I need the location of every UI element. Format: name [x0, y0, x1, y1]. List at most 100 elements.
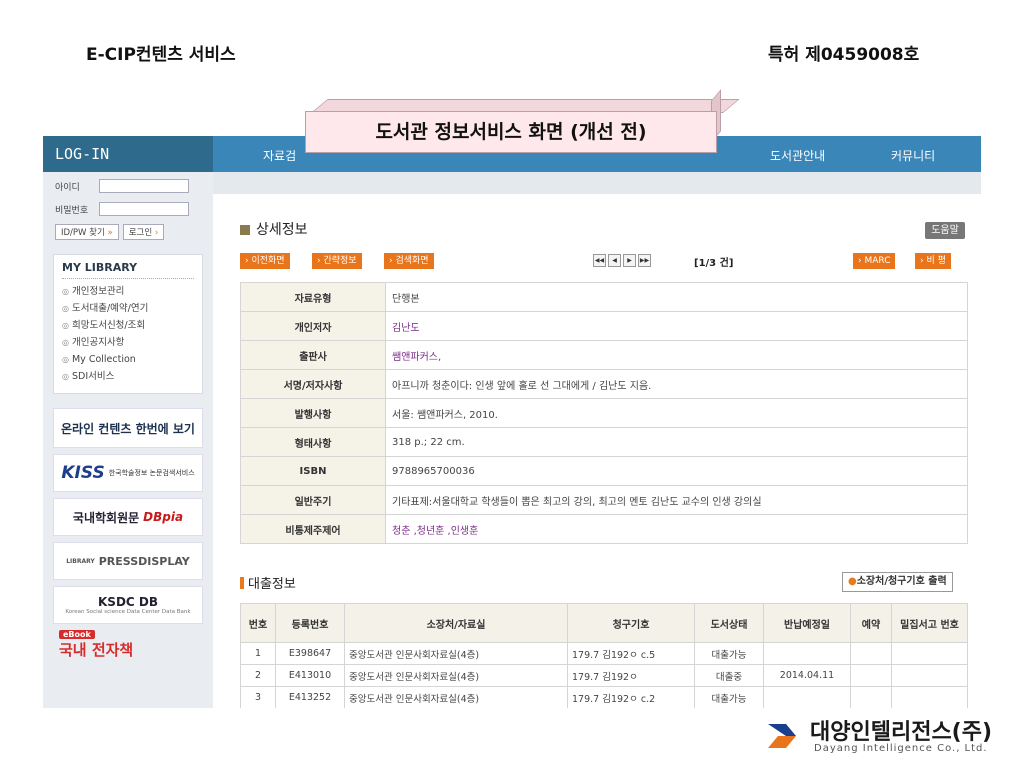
ksdc-banner[interactable]: KSDC DB Korean Social science Data Center…: [53, 586, 203, 624]
prev-screen-button[interactable]: › 이전화면: [240, 253, 290, 269]
subject-link[interactable]: 청춘 ,청년훈 ,인생훈: [385, 514, 968, 544]
brief-info-button[interactable]: › 간략정보: [312, 253, 362, 269]
patent-number: 특허 제0459008호: [768, 45, 920, 65]
table-header-row: 번호 등록번호 소장처/자료실 청구기호 도서상태 반납예정일 예약 밀집서고 …: [240, 603, 968, 643]
cell: E413010: [275, 664, 345, 687]
detail-label: 발행사항: [240, 398, 386, 428]
column-header: 번호: [240, 603, 276, 643]
first-page-icon[interactable]: ◀◀: [593, 254, 606, 267]
cell: 중앙도서관 인문사회자료실(4층): [344, 642, 568, 665]
detail-section-heading: 상세정보: [240, 219, 308, 239]
table-row: 일반주기 기타표제:서울대학교 학생들이 뽑은 최고의 강의, 최고의 멘토 김난…: [240, 485, 968, 515]
my-library-item-label: 개인공지사항: [71, 337, 125, 348]
column-header: 소장처/자료실: [344, 603, 568, 643]
table-row: 개인저자 김난도: [240, 311, 968, 341]
bullet-icon: ◎: [62, 372, 69, 381]
detail-value: 서울: 쌤앤파커스, 2010.: [385, 398, 968, 428]
detail-label: 형태사항: [240, 427, 386, 457]
table-row: 형태사항 318 p.; 22 cm.: [240, 427, 968, 457]
help-button[interactable]: 도움말: [925, 222, 965, 239]
id-input[interactable]: [99, 179, 189, 193]
cell: [891, 664, 968, 687]
press-small: LIBRARY: [66, 557, 95, 565]
ebook-tag: eBook: [59, 630, 95, 639]
login-label: 로그인: [128, 228, 153, 238]
dbpia-kr: 국내학회원문: [72, 510, 140, 525]
loan-table: 번호 등록번호 소장처/자료실 청구기호 도서상태 반납예정일 예약 밀집서고 …: [240, 603, 968, 708]
cell: 2014.04.11: [763, 664, 851, 687]
publisher-link[interactable]: 쌤앤파커스,: [385, 340, 968, 370]
dbpia-banner[interactable]: 국내학회원문 DBpia: [53, 498, 203, 536]
bullet-icon: ◎: [62, 355, 69, 364]
my-library-item[interactable]: ◎ 도서대출/예약/연기: [62, 300, 194, 317]
bullet-icon: ◎: [62, 287, 69, 296]
online-contents-banner[interactable]: 온라인 컨텐츠 한번에 보기: [53, 408, 203, 448]
detail-value: 318 p.; 22 cm.: [385, 427, 968, 457]
pw-input[interactable]: [99, 202, 189, 216]
bullet-icon: ◎: [62, 321, 69, 330]
prev-page-icon[interactable]: ◀: [608, 254, 621, 267]
column-header: 예약: [850, 603, 892, 643]
nav-item-community[interactable]: 커뮤니티: [891, 147, 935, 164]
pw-row: 비밀번호: [43, 200, 213, 218]
cell: [850, 686, 892, 708]
kiss-banner[interactable]: KISS 한국학술정보 논문검색서비스: [53, 454, 203, 492]
marc-button[interactable]: › MARC: [853, 253, 896, 269]
cell: [891, 686, 968, 708]
brief-label: 간략정보: [323, 256, 357, 266]
nav-item-guide[interactable]: 도서관안내: [770, 147, 825, 164]
detail-label: 출판사: [240, 340, 386, 370]
last-page-icon[interactable]: ▶▶: [638, 254, 651, 267]
press-text: PRESSDISPLAY: [98, 554, 190, 568]
detail-label: 자료유형: [240, 282, 386, 312]
column-header: 등록번호: [275, 603, 345, 643]
author-link[interactable]: 김난도: [385, 311, 968, 341]
ebook-banner[interactable]: eBook 국내 전자책: [53, 630, 203, 660]
table-row: 서명/저자사항 아프니까 청춘이다: 인생 앞에 홀로 선 그대에게 / 김난도 …: [240, 369, 968, 399]
detail-value: 아프니까 청춘이다: 인생 앞에 홀로 선 그대에게 / 김난도 지음.: [385, 369, 968, 399]
print-label: 소장처/청구기호 출력: [856, 576, 947, 587]
find-label: ID/PW 찾기: [61, 228, 105, 238]
my-library-item-label: 희망도서신청/조회: [71, 320, 146, 331]
cell: E398647: [275, 642, 345, 665]
callout-box: 도서관 정보서비스 화면 (개선 전): [305, 89, 740, 153]
table-row: 3 E413252 중앙도서관 인문사회자료실(4층) 179.7 김192ㅇ …: [240, 686, 968, 708]
ebook-text: 국내 전자책: [59, 641, 134, 659]
print-location-button[interactable]: ●소장처/청구기호 출력: [842, 572, 953, 592]
login-header: LOG-IN: [43, 136, 213, 172]
detail-value: 기타표제:서울대학교 학생들이 뽑은 최고의 강의, 최고의 멘토 김난도 교수…: [385, 485, 968, 515]
detail-label: 개인저자: [240, 311, 386, 341]
cell: [850, 642, 892, 665]
pw-label: 비밀번호: [55, 205, 89, 216]
my-library-item[interactable]: ◎ SDI서비스: [62, 368, 194, 385]
ksdc-sub: Korean Social science Data Center Data B…: [65, 609, 191, 615]
my-library-item-label: 개인정보관리: [71, 286, 125, 297]
my-library-item[interactable]: ◎ 개인공지사항: [62, 334, 194, 351]
arrow-icon: »: [107, 228, 113, 238]
grid-icon: [240, 225, 250, 235]
login-button[interactable]: 로그인 ›: [122, 224, 165, 240]
next-page-icon[interactable]: ▶: [623, 254, 636, 267]
table-row: 2 E413010 중앙도서관 인문사회자료실(4층) 179.7 김192ㅇ …: [240, 664, 968, 687]
nav-item-search[interactable]: 자료검: [263, 147, 296, 164]
table-row: 발행사항 서울: 쌤앤파커스, 2010.: [240, 398, 968, 428]
company-name: 대양인텔리전스(주): [810, 720, 993, 745]
table-row: 비통제주제어 청춘 ,청년훈 ,인생훈: [240, 514, 968, 544]
review-label: 비 평: [926, 256, 946, 266]
cell: 대출가능: [694, 686, 764, 708]
my-library-item[interactable]: ◎ My Collection: [62, 351, 194, 368]
cell: 대출가능: [694, 642, 764, 665]
arrow-icon: ›: [154, 228, 159, 238]
cell: [891, 642, 968, 665]
search-screen-button[interactable]: › 검색화면: [384, 253, 434, 269]
detail-label: 일반주기: [240, 485, 386, 515]
detail-title: 상세정보: [256, 222, 308, 238]
pressdisplay-banner[interactable]: LIBRARY PRESSDISPLAY: [53, 542, 203, 580]
my-library-item[interactable]: ◎ 개인정보관리: [62, 283, 194, 300]
review-button[interactable]: › 비 평: [915, 253, 951, 269]
id-row: 아이디: [43, 177, 213, 195]
my-library-item[interactable]: ◎ 희망도서신청/조회: [62, 317, 194, 334]
cell: 3: [240, 686, 276, 708]
find-id-pw-button[interactable]: ID/PW 찾기 »: [55, 224, 119, 240]
cell: 중앙도서관 인문사회자료실(4층): [344, 664, 568, 687]
